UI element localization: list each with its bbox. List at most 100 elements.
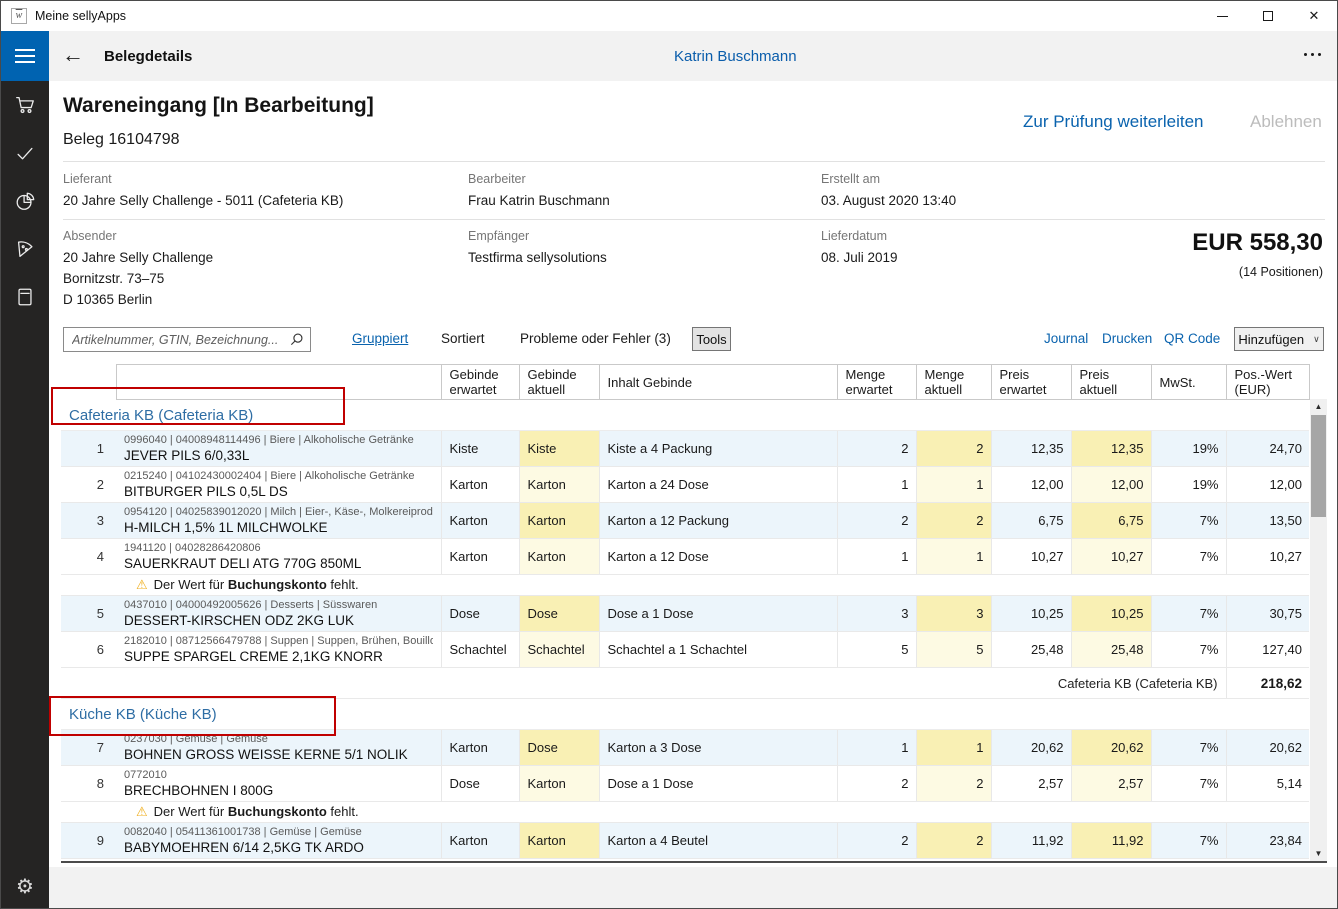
more-options-button[interactable] (1304, 53, 1321, 56)
menge-aktuell-cell: 5 (916, 632, 991, 668)
gebinde-erwartet-cell: Dose (441, 766, 519, 802)
vertical-scrollbar[interactable]: ▲ ▼ (1310, 399, 1327, 861)
gruppiert-toggle[interactable]: Gruppiert (352, 331, 408, 346)
lieferdatum-label: Lieferdatum (821, 229, 887, 243)
preis-aktuell-cell: 2,57 (1071, 766, 1151, 802)
gebinde-aktuell-cell: Karton (519, 766, 599, 802)
scrollbar-thumb[interactable] (1311, 415, 1326, 517)
pos-wert-cell: 5,14 (1226, 766, 1309, 802)
preis-erwartet-cell: 25,48 (991, 632, 1071, 668)
reject-link[interactable]: Ablehnen (1250, 112, 1322, 132)
article-name: JEVER PILS 6/0,33L (124, 447, 433, 464)
scroll-up-icon[interactable]: ▲ (1310, 399, 1327, 414)
article-meta: 0237030 | Gemüse | Gemüse (124, 733, 433, 746)
gebinde-erwartet-cell: Karton (441, 823, 519, 859)
position-row[interactable]: 80772010BRECHBOHNEN I 800GDoseKartonDose… (61, 766, 1309, 802)
preis-erwartet-cell: 20,62 (991, 730, 1071, 766)
qr-code-link[interactable]: QR Code (1164, 331, 1220, 346)
app-window: w Meine sellyApps ✕ ← Belegdetails Katri… (0, 0, 1338, 909)
empfaenger-value: Testfirma sellysolutions (468, 250, 607, 265)
col-article-header (116, 365, 441, 400)
menge-aktuell-cell: 1 (916, 730, 991, 766)
position-row[interactable]: 41941120 | 04028286420806SAUERKRAUT DELI… (61, 539, 1309, 575)
warning-icon: ⚠ (136, 577, 148, 592)
close-button[interactable]: ✕ (1291, 1, 1337, 31)
window-titlebar: w Meine sellyApps ✕ (1, 1, 1337, 31)
position-row[interactable]: 70237030 | Gemüse | GemüseBOHNEN GROSS W… (61, 730, 1309, 766)
menge-erwartet-cell: 2 (837, 766, 916, 802)
pizza-slice-icon[interactable] (1, 225, 49, 273)
pie-chart-icon[interactable] (1, 177, 49, 225)
article-name: BABYMOEHREN 6/14 2,5KG TK ARDO (124, 839, 433, 856)
pos-wert-cell: 127,40 (1226, 632, 1309, 668)
book-icon[interactable] (1, 273, 49, 321)
gebinde-aktuell-cell: Karton (519, 823, 599, 859)
menge-erwartet-cell: 2 (837, 431, 916, 467)
document-title: Wareneingang [In Bearbeitung] (63, 94, 374, 118)
journal-link[interactable]: Journal (1044, 331, 1088, 346)
preis-aktuell-cell: 12,00 (1071, 467, 1151, 503)
article-meta: 0437010 | 04000492005626 | Desserts | Sü… (124, 599, 433, 612)
current-user[interactable]: Katrin Buschmann (674, 48, 797, 65)
sortiert-toggle[interactable]: Sortiert (441, 331, 485, 346)
lieferant-label: Lieferant (63, 172, 112, 186)
position-row[interactable]: 62182010 | 08712566479788 | Suppen | Sup… (61, 632, 1309, 668)
search-icon[interactable] (289, 332, 304, 347)
col-menge-erwartet-header: Menge erwartet (837, 365, 916, 400)
checkmark-icon[interactable] (1, 129, 49, 177)
hamburger-menu-button[interactable] (1, 31, 49, 81)
table-cutoff-edge (61, 861, 1327, 863)
gebinde-aktuell-cell: Karton (519, 467, 599, 503)
menge-aktuell-cell: 2 (916, 431, 991, 467)
table-header-row: Gebinde erwartet Gebinde aktuell Inhalt … (61, 365, 1309, 400)
search-box (63, 327, 311, 352)
menge-erwartet-cell: 5 (837, 632, 916, 668)
preis-aktuell-cell: 6,75 (1071, 503, 1151, 539)
lieferant-value: 20 Jahre Selly Challenge - 5011 (Cafeter… (63, 193, 343, 208)
search-input[interactable] (64, 328, 282, 351)
row-number: 3 (61, 503, 116, 539)
scroll-down-icon[interactable]: ▼ (1310, 846, 1327, 861)
position-row[interactable]: 20215240 | 04102430002404 | Biere | Alko… (61, 467, 1309, 503)
pos-wert-cell: 24,70 (1226, 431, 1309, 467)
mwst-cell: 7% (1151, 503, 1226, 539)
group-name[interactable]: Küche KB (Küche KB) (61, 706, 217, 723)
preis-erwartet-cell: 12,35 (991, 431, 1071, 467)
preis-aktuell-cell: 10,27 (1071, 539, 1151, 575)
position-row[interactable]: 30954120 | 04025839012020 | Milch | Eier… (61, 503, 1309, 539)
col-gebinde-aktuell-header: Gebinde aktuell (519, 365, 599, 400)
position-row[interactable]: 90082040 | 05411361001738 | Gemüse | Gem… (61, 823, 1309, 859)
gebinde-erwartet-cell: Karton (441, 730, 519, 766)
probleme-filter[interactable]: Probleme oder Fehler (3) (520, 331, 671, 346)
subtotal-value: 218,62 (1226, 668, 1309, 699)
drucken-link[interactable]: Drucken (1102, 331, 1152, 346)
group-header-row: Küche KB (Küche KB) (61, 699, 1309, 730)
gebinde-erwartet-cell: Kiste (441, 431, 519, 467)
group-name[interactable]: Cafeteria KB (Cafeteria KB) (61, 407, 253, 424)
absender-line1: 20 Jahre Selly Challenge (63, 250, 213, 265)
positions-count: (14 Positionen) (1239, 265, 1323, 279)
hinzufuegen-button-label: Hinzufügen (1238, 332, 1304, 347)
tools-button[interactable]: Tools (692, 327, 731, 351)
hinzufuegen-button[interactable]: Hinzufügen ∨ (1234, 327, 1324, 351)
position-row[interactable]: 50437010 | 04000492005626 | Desserts | S… (61, 596, 1309, 632)
gebinde-aktuell-cell: Karton (519, 503, 599, 539)
settings-gear-icon[interactable]: ⚙ (1, 862, 49, 909)
menge-erwartet-cell: 2 (837, 503, 916, 539)
preis-aktuell-cell: 11,92 (1071, 823, 1151, 859)
preis-aktuell-cell: 20,62 (1071, 730, 1151, 766)
gebinde-aktuell-cell: Dose (519, 596, 599, 632)
menge-erwartet-cell: 1 (837, 730, 916, 766)
menge-aktuell-cell: 2 (916, 823, 991, 859)
group-subtotal-row: Cafeteria KB (Cafeteria KB)218,62 (61, 668, 1309, 699)
minimize-button[interactable] (1199, 1, 1245, 31)
cart-icon[interactable] (1, 81, 49, 129)
maximize-button[interactable] (1245, 1, 1291, 31)
inhalt-gebinde-cell: Karton a 24 Dose (599, 467, 837, 503)
col-inhalt-gebinde-header: Inhalt Gebinde (599, 365, 837, 400)
forward-for-review-link[interactable]: Zur Prüfung weiterleiten (1023, 112, 1203, 132)
article-meta: 2182010 | 08712566479788 | Suppen | Supp… (124, 635, 433, 648)
article-cell: 0996040 | 04008948114496 | Biere | Alkoh… (116, 431, 441, 467)
position-row[interactable]: 10996040 | 04008948114496 | Biere | Alko… (61, 431, 1309, 467)
back-button[interactable]: ← (62, 42, 84, 68)
